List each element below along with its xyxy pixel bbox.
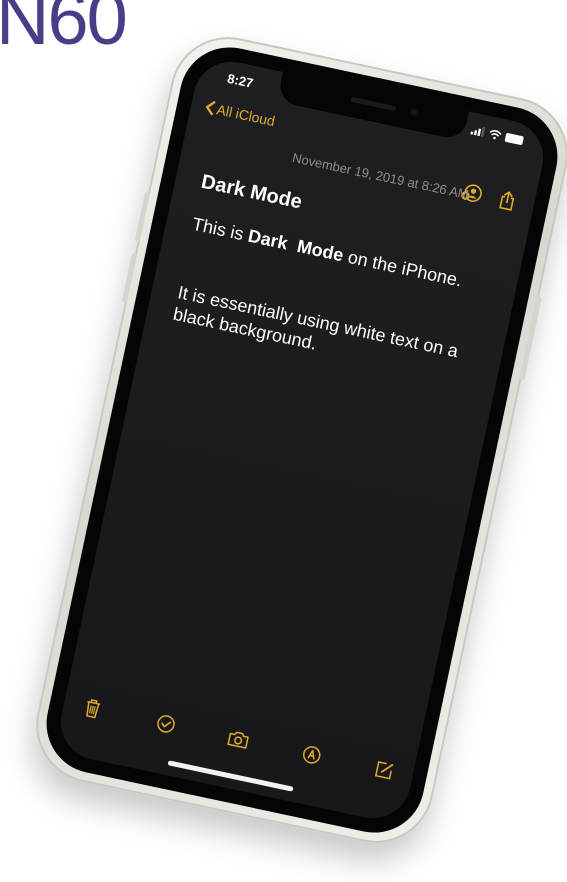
chevron-left-icon xyxy=(205,101,216,116)
page: N60 8:27 All iCloud November 19, 2019 at… xyxy=(0,0,567,882)
paragraph-1-suffix: on the iPhone. xyxy=(341,245,464,291)
camera-icon xyxy=(227,731,249,749)
iphone-device: 8:27 All iCloud November 19, 2019 at 8:2… xyxy=(25,26,567,854)
status-time: 8:27 xyxy=(226,70,255,91)
front-camera xyxy=(408,107,420,118)
brand-logo-text: N60 xyxy=(0,0,128,60)
cellular-signal-icon xyxy=(470,126,486,138)
paragraph-1-bold: Dark Mode xyxy=(246,225,346,266)
trash-icon xyxy=(86,699,101,719)
checklist-button[interactable] xyxy=(152,711,178,737)
note-paragraph-2: It is essentially using white text on a … xyxy=(171,282,461,362)
markup-icon xyxy=(302,746,321,764)
compose-icon xyxy=(374,761,394,780)
speaker-grille xyxy=(350,96,397,112)
battery-icon xyxy=(504,132,525,145)
wifi-icon xyxy=(489,130,502,140)
notes-screen: 8:27 All iCloud November 19, 2019 at 8:2… xyxy=(53,54,551,826)
back-button[interactable]: All iCloud xyxy=(204,99,277,130)
checklist-icon xyxy=(156,715,175,733)
compose-button[interactable] xyxy=(371,757,397,783)
markup-button[interactable] xyxy=(298,742,324,768)
paragraph-1-prefix: This is xyxy=(190,213,251,246)
status-icons xyxy=(470,125,525,146)
back-button-label: All iCloud xyxy=(215,101,277,130)
delete-button[interactable] xyxy=(80,695,106,721)
camera-button[interactable] xyxy=(225,726,251,752)
